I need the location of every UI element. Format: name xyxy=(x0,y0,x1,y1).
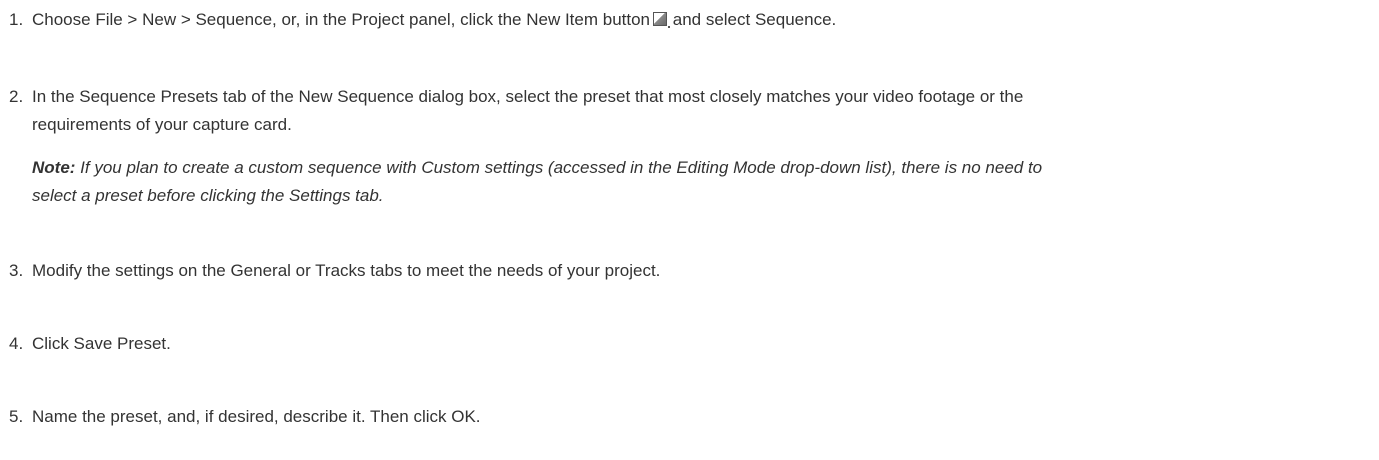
step-text-continued: and select Sequence. xyxy=(668,10,837,29)
step-1: 1. Choose File > New > Sequence, or, in t… xyxy=(9,6,1371,34)
step-number: 5. xyxy=(9,407,24,426)
step-text-continued: requirements of your capture card. xyxy=(32,115,292,134)
step-number: 2. xyxy=(9,87,24,106)
step-text: In the Sequence Presets tab of the New S… xyxy=(32,87,1024,106)
note: Note: If you plan to create a custom seq… xyxy=(32,154,1370,210)
step-text: Click Save Preset. xyxy=(32,334,171,353)
step-2: 2. In the Sequence Presets tab of the New… xyxy=(9,83,1371,139)
step-4: 4. Click Save Preset. xyxy=(9,330,1371,358)
step-number: 3. xyxy=(9,261,24,280)
step-text: Modify the settings on the General or Tr… xyxy=(32,261,661,280)
step-text: Name the preset, and, if desired, descri… xyxy=(32,407,481,426)
new-item-icon xyxy=(653,12,671,28)
step-number: 1. xyxy=(9,10,24,29)
note-text: If you plan to create a custom sequence … xyxy=(75,158,1043,177)
step-3: 3. Modify the settings on the General or … xyxy=(9,257,1371,285)
step-5: 5. Name the preset, and, if desired, desc… xyxy=(9,403,1371,431)
note-label: Note: xyxy=(32,158,76,177)
note-text-continued: select a preset before clicking the Sett… xyxy=(32,186,384,205)
step-number: 4. xyxy=(9,334,24,353)
step-text: Choose File > New > Sequence, or, in the… xyxy=(32,10,651,29)
